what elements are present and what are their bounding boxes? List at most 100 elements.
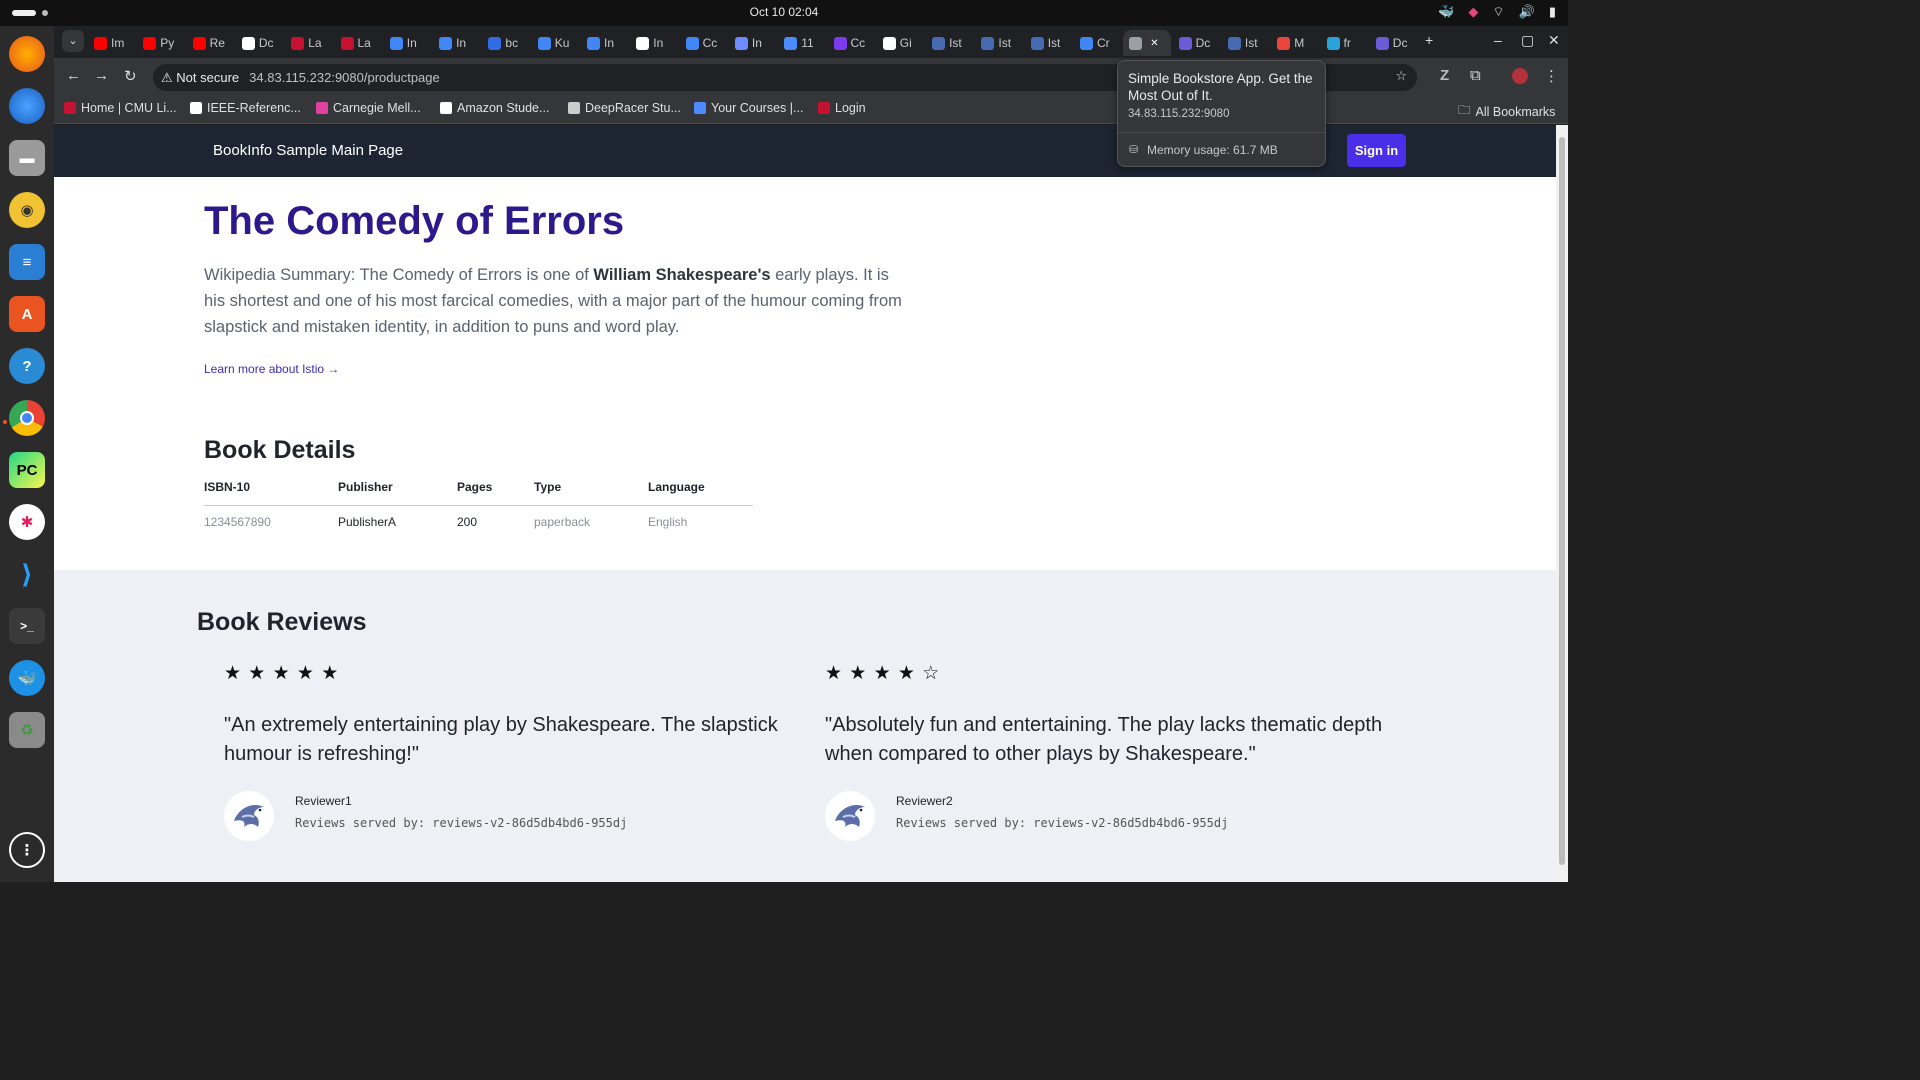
show-apps-icon[interactable]: ⋮ bbox=[9, 832, 45, 868]
reload-button[interactable]: ↻ bbox=[124, 67, 137, 85]
bookmark-item[interactable]: DeepRacer Stu... bbox=[568, 101, 681, 115]
tab-favicon-icon bbox=[685, 36, 699, 50]
tab[interactable]: Im bbox=[88, 30, 136, 56]
system-tray[interactable]: 🐳 ◆ ⌔ 🔊 ▮ bbox=[1438, 4, 1556, 20]
tab[interactable]: In bbox=[729, 30, 777, 56]
review-card: ★ ★ ★ ★ ☆ "Absolutely fun and entertainin… bbox=[825, 662, 1385, 841]
bookmark-label: Amazon Stude... bbox=[457, 101, 550, 115]
tab[interactable]: 11 bbox=[778, 30, 826, 56]
pycharm-icon[interactable]: PC bbox=[9, 452, 45, 488]
tab[interactable]: Ist bbox=[1025, 30, 1073, 56]
not-secure-indicator[interactable]: ⚠ Not secure bbox=[161, 70, 239, 86]
tab-search-button[interactable]: ⌄ bbox=[62, 30, 84, 52]
firefox-icon[interactable] bbox=[9, 36, 45, 72]
tab[interactable]: Gi bbox=[877, 30, 925, 56]
maximize-button[interactable]: ▢ bbox=[1521, 32, 1534, 49]
help-icon[interactable]: ? bbox=[9, 348, 45, 384]
files-icon[interactable]: ▬ bbox=[9, 140, 45, 176]
tab-favicon-icon bbox=[1030, 36, 1044, 50]
terminal-icon[interactable]: >_ bbox=[9, 608, 45, 644]
tab[interactable]: In bbox=[384, 30, 432, 56]
tab[interactable]: Cr bbox=[1074, 30, 1122, 56]
tab[interactable]: M bbox=[1271, 30, 1319, 56]
tab[interactable]: bc bbox=[482, 30, 530, 56]
wifi-icon[interactable]: ⌔ bbox=[1492, 4, 1504, 20]
hover-card-url: 34.83.115.232:9080 bbox=[1128, 108, 1230, 120]
scrollbar-thumb[interactable] bbox=[1559, 137, 1565, 865]
page-scrollbar[interactable] bbox=[1556, 125, 1568, 882]
book-title: The Comedy of Errors bbox=[204, 199, 625, 243]
clock[interactable]: Oct 10 02:04 bbox=[0, 5, 1568, 19]
close-tab-icon[interactable]: ✕ bbox=[1150, 38, 1158, 49]
sign-in-button[interactable]: Sign in bbox=[1347, 134, 1406, 167]
brand-link[interactable]: BookInfo Sample Main Page bbox=[213, 142, 403, 159]
slack-icon[interactable]: ✱ bbox=[9, 504, 45, 540]
tab-favicon-icon bbox=[389, 36, 403, 50]
tab[interactable]: fr bbox=[1321, 30, 1369, 56]
hover-card-title: Simple Bookstore App. Get the Most Out o… bbox=[1128, 71, 1313, 103]
rhythmbox-icon[interactable]: ◉ bbox=[9, 192, 45, 228]
bookmark-item[interactable]: Your Courses |... bbox=[694, 101, 803, 115]
tab[interactable]: Ist bbox=[1222, 30, 1270, 56]
tab-active[interactable]: ✕ bbox=[1123, 30, 1172, 56]
docker-icon[interactable]: 🐳 bbox=[9, 660, 45, 696]
all-bookmarks-folder[interactable]: 🗀 All Bookmarks bbox=[1458, 101, 1555, 122]
tab[interactable]: La bbox=[285, 30, 333, 56]
tab[interactable]: Py bbox=[137, 30, 185, 56]
minimize-button[interactable]: – bbox=[1494, 32, 1502, 48]
chrome-icon[interactable] bbox=[9, 400, 45, 436]
app-tray-icon[interactable]: ◆ bbox=[1468, 4, 1478, 20]
menu-kebab-icon[interactable]: ⋮ bbox=[1544, 67, 1559, 85]
docker-tray-icon[interactable]: 🐳 bbox=[1438, 4, 1454, 20]
tab[interactable]: Dc bbox=[1173, 30, 1221, 56]
tab[interactable]: Dc bbox=[1370, 30, 1418, 56]
bookmark-item[interactable]: Carnegie Mell... bbox=[316, 101, 421, 115]
reviewer-info: Reviewer1 Reviews served by: reviews-v2-8… bbox=[224, 791, 784, 841]
reviewer-info: Reviewer2 Reviews served by: reviews-v2-8… bbox=[825, 791, 1385, 841]
tab-favicon-icon bbox=[784, 36, 798, 50]
tab[interactable]: In bbox=[433, 30, 481, 56]
tab-label: 11 bbox=[801, 36, 814, 50]
tab[interactable]: Cc bbox=[828, 30, 876, 56]
tab[interactable]: Re bbox=[187, 30, 235, 56]
battery-icon[interactable]: ▮ bbox=[1549, 4, 1556, 20]
bookmark-item[interactable]: Login bbox=[818, 101, 866, 115]
extensions-icon[interactable]: ⧉ bbox=[1470, 67, 1481, 84]
app-center-icon[interactable]: A bbox=[9, 296, 45, 332]
page-navbar: BookInfo Sample Main Page Sign in bbox=[54, 125, 1556, 177]
back-button[interactable]: ← bbox=[66, 67, 81, 84]
tab[interactable]: Ku bbox=[532, 30, 580, 56]
tab[interactable]: Cc bbox=[680, 30, 728, 56]
tab[interactable]: In bbox=[581, 30, 629, 56]
bookmark-item[interactable]: Amazon Stude... bbox=[440, 101, 549, 115]
tab-favicon-icon bbox=[241, 36, 255, 50]
volume-icon[interactable]: 🔊 bbox=[1519, 4, 1535, 20]
bookmark-item[interactable]: IEEE-Referenc... bbox=[190, 101, 301, 115]
bookmark-favicon-icon bbox=[64, 102, 76, 114]
profile-avatar[interactable] bbox=[1512, 68, 1528, 84]
url-text[interactable]: 34.83.115.232:9080/productpage bbox=[249, 70, 440, 85]
tab[interactable]: Ist bbox=[926, 30, 974, 56]
writer-icon[interactable]: ≡ bbox=[9, 244, 45, 280]
tab-favicon-icon bbox=[882, 36, 896, 50]
trash-icon[interactable]: ♻ bbox=[9, 712, 45, 748]
tab[interactable]: In bbox=[630, 30, 678, 56]
tab[interactable]: Dc bbox=[236, 30, 284, 56]
close-window-button[interactable]: ✕ bbox=[1548, 32, 1560, 49]
bookmark-favicon-icon bbox=[190, 102, 202, 114]
divider bbox=[1118, 132, 1325, 133]
vscode-icon[interactable]: ⟩ bbox=[9, 556, 45, 592]
tab[interactable]: La bbox=[335, 30, 383, 56]
reviewer-name: Reviewer1 bbox=[295, 794, 352, 808]
bookmark-star-icon[interactable]: ☆ bbox=[1395, 68, 1407, 84]
tab-label: M bbox=[1294, 36, 1305, 50]
tab-label: In bbox=[406, 36, 417, 50]
thunderbird-icon[interactable] bbox=[9, 88, 45, 124]
learn-more-istio-link[interactable]: Learn more about Istio → bbox=[204, 362, 339, 376]
new-tab-button[interactable]: + bbox=[1425, 32, 1433, 48]
bookmark-item[interactable]: Home | CMU Li... bbox=[64, 101, 177, 115]
column-header: Publisher bbox=[338, 476, 457, 506]
forward-button[interactable]: → bbox=[94, 67, 109, 84]
zotero-extension-icon[interactable]: Z bbox=[1440, 67, 1449, 84]
tab[interactable]: Ist bbox=[975, 30, 1023, 56]
